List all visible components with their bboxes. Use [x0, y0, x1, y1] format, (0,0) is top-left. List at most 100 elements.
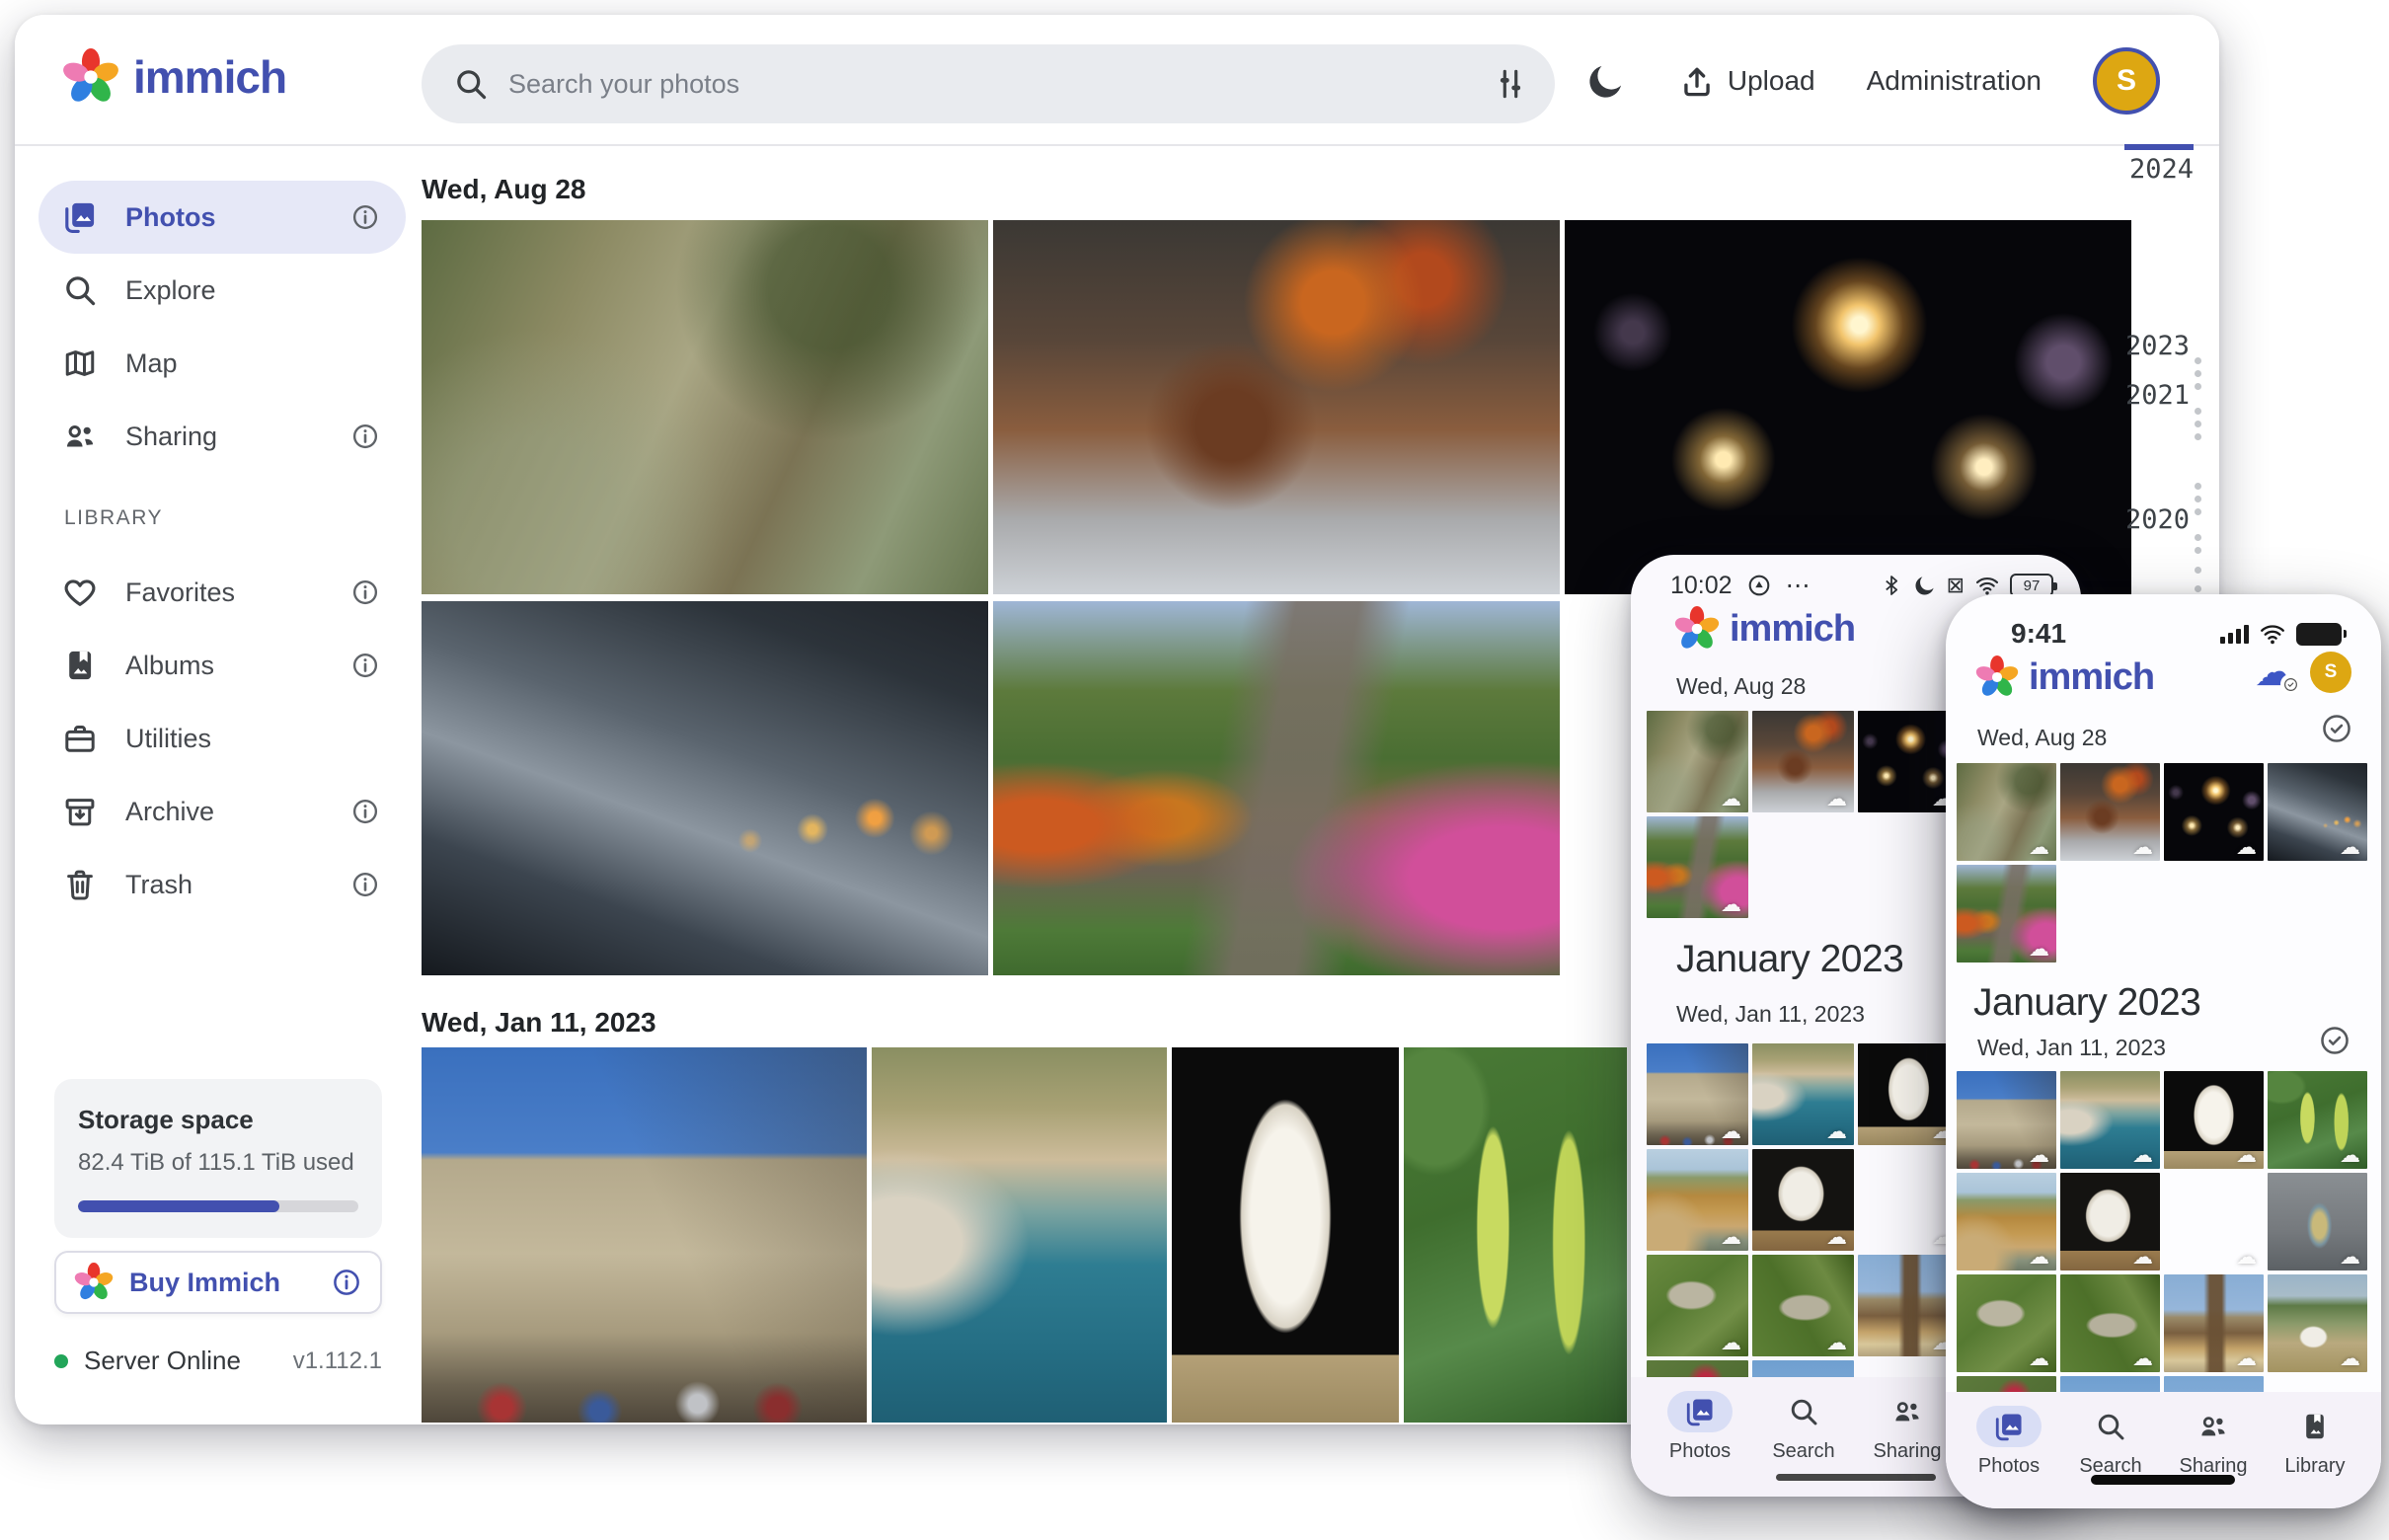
phone2-immich-logo: immich: [1975, 655, 2154, 699]
immich-screenshot: immich Upload Administration S: [0, 0, 2389, 1540]
albums-info-button[interactable]: [327, 651, 380, 680]
nav-item-search[interactable]: Search: [2059, 1406, 2162, 1478]
nav-item-search[interactable]: Search: [1752, 1391, 1855, 1463]
photo-garden-path[interactable]: [993, 601, 1560, 975]
timeline-tick: [2195, 547, 2201, 554]
sidebar-item-photos[interactable]: Photos: [39, 181, 406, 254]
nav-label: Library: [2284, 1455, 2345, 1478]
phone2-status-icons: [2220, 620, 2342, 648]
photo-thumb[interactable]: ☁: [2268, 1173, 2367, 1270]
photo-thumb[interactable]: ☁: [1957, 1071, 2056, 1169]
photo-thumb[interactable]: ☁: [2268, 763, 2367, 861]
timeline-year[interactable]: 2020: [2125, 504, 2190, 535]
photo-thumb[interactable]: ☁: [1647, 1255, 1748, 1356]
photo-thumb[interactable]: ☁: [2060, 1071, 2160, 1169]
photo-coastal-town[interactable]: [872, 1047, 1167, 1423]
nav-item-sharing[interactable]: Sharing: [1856, 1391, 1959, 1463]
archive-info-button[interactable]: [327, 797, 380, 826]
avatar[interactable]: S: [2093, 47, 2160, 115]
photo-sculpture-bust[interactable]: [1172, 1047, 1399, 1423]
upload-button[interactable]: Upload: [1678, 62, 1815, 100]
sharing-info-button[interactable]: [327, 422, 380, 451]
photo-thumb[interactable]: ☁: [1957, 1274, 2056, 1372]
library-section-label: LIBRARY: [64, 506, 406, 530]
search-icon: [453, 66, 489, 102]
sidebar-item-map[interactable]: Map: [39, 327, 406, 400]
sidebar-item-explore[interactable]: Explore: [39, 254, 406, 327]
sidebar-item-trash[interactable]: Trash: [39, 848, 406, 921]
photo-thumb[interactable]: ☁: [1858, 711, 1960, 812]
nav-item-sharing[interactable]: Sharing: [2162, 1406, 2265, 1478]
cloud-sync-button[interactable]: ☁: [2255, 653, 2294, 692]
wifi-icon: [2259, 620, 2286, 648]
sidebar-item-archive[interactable]: Archive: [39, 775, 406, 848]
photo-thumb[interactable]: ☁: [1957, 1173, 2056, 1270]
select-group-button[interactable]: [2319, 1025, 2350, 1056]
timeline-tick: [2195, 585, 2201, 592]
check-circle-icon: [2319, 1025, 2350, 1056]
photo-thumb[interactable]: ☁: [1752, 711, 1854, 812]
immich-flower-icon: [1674, 606, 1720, 652]
timeline-scrubber-current[interactable]: 2024: [2124, 144, 2194, 185]
photo-thumb[interactable]: ☁: [1858, 1149, 1960, 1251]
timeline-year[interactable]: 2023: [2125, 331, 2190, 361]
nav-item-photos[interactable]: Photos: [1649, 1391, 1751, 1463]
photo-thumb[interactable]: ☁: [2164, 1173, 2264, 1270]
search-input[interactable]: [489, 69, 1460, 100]
photo-thumb[interactable]: ☁: [1957, 763, 2056, 861]
photo-thumb[interactable]: ☁: [1752, 1149, 1854, 1251]
trash-info-button[interactable]: [327, 870, 380, 899]
photo-thumb[interactable]: ☁: [1858, 1255, 1960, 1356]
albums-icon: [62, 648, 98, 683]
photo-thumb[interactable]: ☁: [2060, 1173, 2160, 1270]
immich-flower-icon: [74, 1263, 114, 1302]
sidebar-item-sharing[interactable]: Sharing: [39, 400, 406, 473]
photo-holding-hands[interactable]: [422, 601, 988, 975]
photo-dinner-table[interactable]: [993, 220, 1560, 594]
photo-thumb[interactable]: ☁: [2164, 1071, 2264, 1169]
photo-fortress-wall[interactable]: [422, 1047, 867, 1423]
photo-thumb[interactable]: ☁: [1752, 1043, 1854, 1145]
select-group-button[interactable]: [2321, 713, 2352, 744]
buy-info-button[interactable]: [331, 1267, 362, 1298]
search-filter-button[interactable]: [1460, 65, 1529, 103]
month-header: January 2023: [1676, 938, 1903, 981]
photo-thumb[interactable]: ☁: [2164, 763, 2264, 861]
immich-flower-icon: [62, 48, 119, 106]
photo-row: [422, 220, 2131, 594]
storage-progress-fill: [78, 1200, 279, 1212]
sidebar-item-utilities[interactable]: Utilities: [39, 702, 406, 775]
upload-icon: [1678, 62, 1716, 100]
header-actions: Upload Administration S: [1585, 15, 2160, 146]
administration-link[interactable]: Administration: [1867, 65, 2042, 97]
photo-thumb[interactable]: ☁: [2164, 1274, 2264, 1372]
photo-thumb[interactable]: ☁: [2268, 1274, 2367, 1372]
dark-mode-toggle[interactable]: [1585, 60, 1627, 102]
photo-thumb[interactable]: ☁: [2268, 1071, 2367, 1169]
favorites-info-button[interactable]: [327, 578, 380, 607]
photo-thumb[interactable]: ☁: [2060, 1274, 2160, 1372]
sidebar-item-albums[interactable]: Albums: [39, 629, 406, 702]
photo-thumb[interactable]: ☁: [1647, 1149, 1748, 1251]
photo-thumb[interactable]: ☁: [1647, 711, 1748, 812]
photo-thumb[interactable]: ☁: [1647, 816, 1748, 918]
photos-info-button[interactable]: [327, 202, 380, 232]
photo-sea-grape-plant[interactable]: [1404, 1047, 1627, 1423]
storage-progress-bar: [78, 1200, 358, 1212]
immich-logo[interactable]: immich: [62, 48, 286, 106]
photo-thumb[interactable]: ☁: [1957, 865, 2056, 962]
photo-thumb[interactable]: ☁: [1752, 1255, 1854, 1356]
photo-monkeys-zoo[interactable]: [422, 220, 988, 594]
nav-item-photos[interactable]: Photos: [1958, 1406, 2060, 1478]
photo-fireworks[interactable]: [1565, 220, 2131, 594]
avatar[interactable]: S: [2310, 652, 2351, 693]
nav-item-library[interactable]: Library: [2264, 1406, 2366, 1478]
buy-immich-button[interactable]: Buy Immich: [54, 1251, 382, 1314]
phone2-photo-grid: ☁ ☁ ☁ ☁ ☁: [1957, 763, 2367, 962]
timeline-year[interactable]: 2021: [2125, 380, 2190, 411]
sidebar-item-favorites[interactable]: Favorites: [39, 556, 406, 629]
photo-thumb[interactable]: ☁: [2060, 763, 2160, 861]
photo-thumb[interactable]: ☁: [1647, 1043, 1748, 1145]
photo-thumb[interactable]: ☁: [1858, 1043, 1960, 1145]
logo-text: immich: [133, 50, 286, 104]
